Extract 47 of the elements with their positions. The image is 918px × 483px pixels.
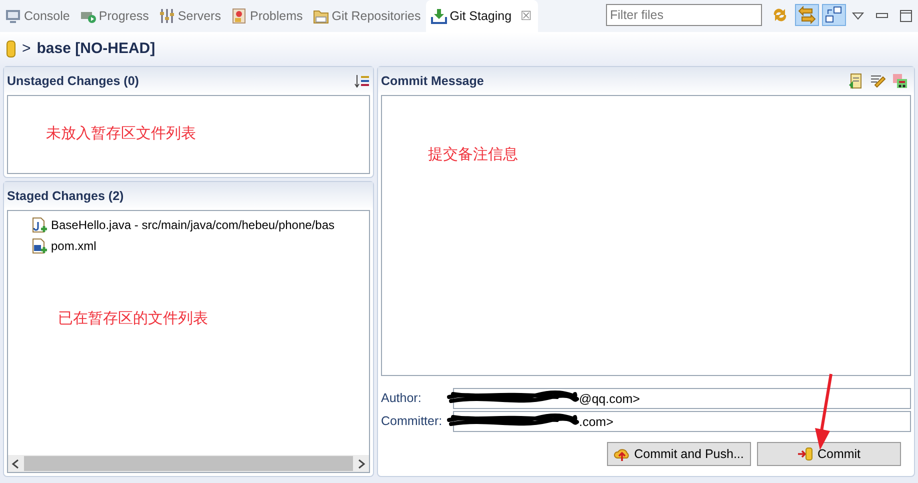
commit-and-push-button[interactable]: Commit and Push...	[607, 442, 751, 466]
field-label: Committer:	[381, 413, 444, 430]
tab[interactable]: Git Repositories	[308, 0, 426, 32]
filter-field[interactable]: Filter files	[606, 4, 762, 26]
sliders-icon	[158, 8, 175, 24]
sort-icon	[354, 74, 370, 88]
pencil-icon	[870, 73, 886, 89]
tab[interactable]: Progress	[74, 0, 154, 32]
sync-icon	[771, 6, 789, 24]
tab[interactable]: Servers	[154, 0, 226, 32]
layout-icon	[825, 6, 843, 24]
file-icon	[32, 238, 48, 254]
maximize-icon	[900, 10, 912, 22]
panel-title: Unstaged Changes (0)	[7, 72, 139, 90]
monitor-icon	[5, 8, 21, 24]
download-icon	[430, 8, 447, 24]
input-field[interactable]: @qq.com>	[453, 388, 911, 409]
separator-text: >	[22, 38, 31, 59]
scrollbar-thumb[interactable]	[24, 456, 353, 471]
annotation-text: 提交备注信息	[428, 146, 518, 163]
repository-icon	[6, 40, 16, 58]
commit-icon	[797, 446, 814, 462]
document-icon	[230, 8, 247, 24]
file-name[interactable]: pom.xml	[51, 236, 96, 254]
java-file-icon	[32, 216, 48, 232]
file-name[interactable]: BaseHello.java - src/main/java/com/hebeu/phone/bas	[51, 216, 334, 234]
minimize-icon	[876, 13, 888, 19]
repository-title: base [NO-HEAD]	[36, 38, 156, 59]
swap-arrows-icon	[798, 6, 816, 24]
swap-arrows-button[interactable]	[795, 4, 819, 26]
tab[interactable]: Git Staging ☒	[426, 0, 538, 32]
cloud-upload-icon	[614, 446, 630, 462]
commit-button[interactable]: Commit	[757, 442, 901, 466]
annotation-text: 已在暂存区的文件列表	[58, 309, 208, 329]
close-button[interactable]: ☒	[520, 6, 533, 26]
field-label: Author:	[381, 390, 422, 408]
stack-icon	[892, 73, 908, 89]
commit-message-field[interactable]: 提交备注信息	[381, 95, 911, 376]
tab[interactable]: Console	[0, 0, 75, 32]
annotation-text: 未放入暂存区文件列表	[46, 124, 196, 144]
panel-title: Commit Message	[381, 72, 484, 90]
layout-button[interactable]	[822, 4, 846, 26]
folder-icon	[312, 8, 329, 24]
panel-title: Staged Changes (2)	[7, 188, 124, 205]
tab[interactable]: Problems	[226, 0, 308, 32]
input-field[interactable]: .com>	[453, 411, 911, 432]
dropdown-icon	[852, 12, 864, 20]
